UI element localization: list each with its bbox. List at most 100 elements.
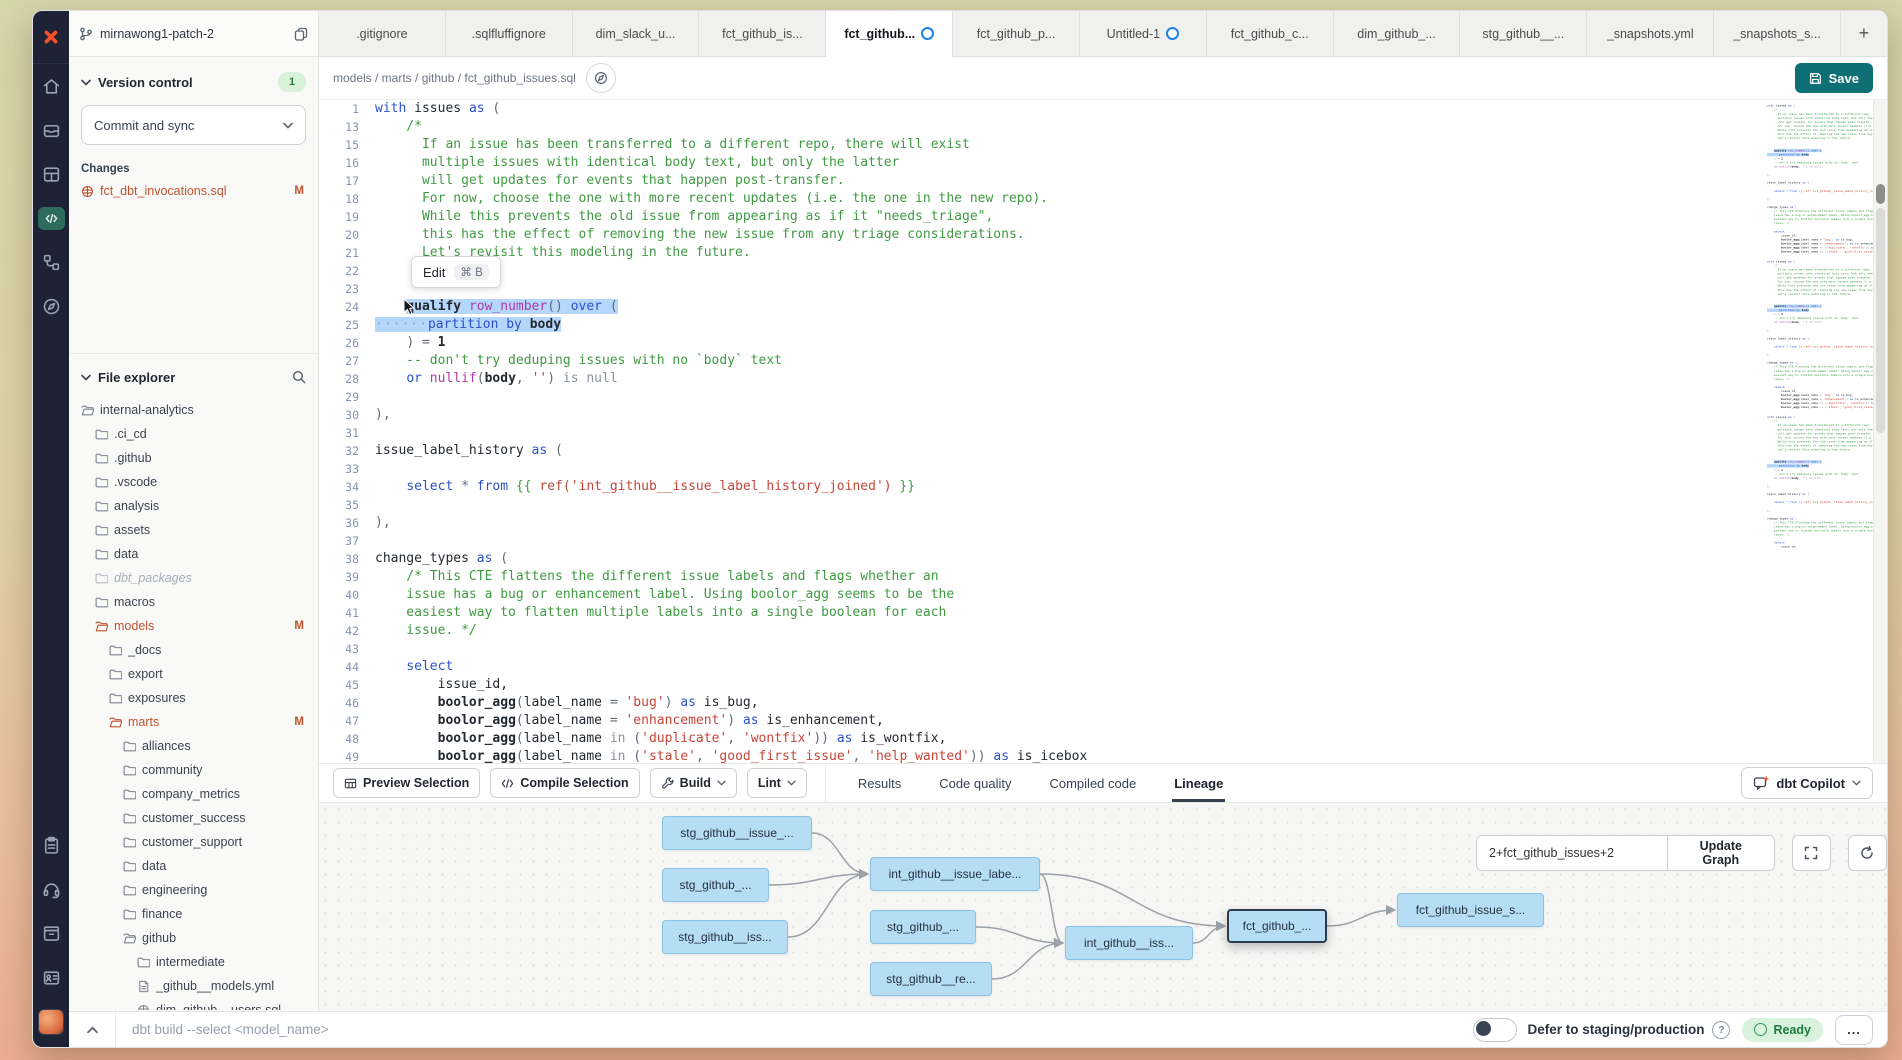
tree-item-github[interactable]: github xyxy=(81,926,306,950)
tab-fct-github-is[interactable]: fct_github_is... xyxy=(699,11,826,57)
fullscreen-icon[interactable] xyxy=(1792,835,1831,871)
tab-code-quality[interactable]: Code quality xyxy=(937,764,1013,802)
lineage-node-fct-github-issue-s[interactable]: fct_github_issue_s... xyxy=(1397,893,1544,927)
new-tab-button[interactable]: + xyxy=(1841,11,1887,57)
tree-item-github[interactable]: .github xyxy=(81,446,306,470)
lineage-node-stg-github-issue[interactable]: stg_github__issue_... xyxy=(662,816,812,850)
headset-icon[interactable] xyxy=(33,867,69,911)
tree-item-assets[interactable]: assets xyxy=(81,518,306,542)
home-icon[interactable] xyxy=(33,64,69,108)
tree-item-ci-cd[interactable]: .ci_cd xyxy=(81,422,306,446)
tab-snapshots-s[interactable]: _snapshots_s... xyxy=(1714,11,1841,57)
lineage-node-stg-github[interactable]: stg_github_... xyxy=(662,868,769,902)
line-number: 44 xyxy=(319,658,375,676)
lineage-node-int-github-iss[interactable]: int_github__iss... xyxy=(1065,926,1193,960)
tree-item-dim-github-users-sql[interactable]: dim_github__users.sql xyxy=(81,998,306,1010)
dbt-command-input[interactable] xyxy=(116,1022,1473,1037)
more-options-button[interactable]: ... xyxy=(1835,1015,1873,1045)
lineage-node-stg-github-iss[interactable]: stg_github__iss... xyxy=(662,920,788,954)
tree-item-finance[interactable]: finance xyxy=(81,902,306,926)
tree-item-macros[interactable]: macros xyxy=(81,590,306,614)
chevron-up-icon[interactable] xyxy=(69,1012,115,1047)
question-circle-icon[interactable]: ? xyxy=(1712,1021,1730,1039)
lint-button[interactable]: Lint xyxy=(747,768,807,798)
lineage-node-int-github-issue-labe[interactable]: int_github__issue_labe... xyxy=(870,857,1040,891)
tree-item-analysis[interactable]: analysis xyxy=(81,494,306,518)
update-graph-button[interactable]: Update Graph xyxy=(1667,836,1774,870)
compass-icon[interactable] xyxy=(33,284,69,328)
editor-minimap[interactable]: with issues as ( /* If an issue has been… xyxy=(1767,104,1873,548)
user-avatar[interactable] xyxy=(38,1009,64,1035)
dbt-logo[interactable] xyxy=(33,11,69,64)
tree-item-export[interactable]: export xyxy=(81,662,306,686)
tree-item-company-metrics[interactable]: company_metrics xyxy=(81,782,306,806)
chevron-down-icon[interactable] xyxy=(81,374,91,381)
refresh-icon[interactable] xyxy=(1848,835,1887,871)
grid-icon[interactable] xyxy=(33,152,69,196)
tab-label: fct_github_is... xyxy=(722,27,803,41)
chevron-down-icon[interactable] xyxy=(81,79,91,86)
tree-item-marts[interactable]: martsM xyxy=(81,710,306,734)
preview-selection-button[interactable]: Preview Selection xyxy=(333,768,480,798)
tab-dim-github[interactable]: dim_github_... xyxy=(1334,11,1461,57)
tree-item-models[interactable]: modelsM xyxy=(81,614,306,638)
tree-item-engineering[interactable]: engineering xyxy=(81,878,306,902)
tab-stg-github[interactable]: stg_github__... xyxy=(1460,11,1587,57)
tree-item-alliances[interactable]: alliances xyxy=(81,734,306,758)
tab-lineage[interactable]: Lineage xyxy=(1172,764,1225,802)
edit-tooltip[interactable]: Edit ⌘ B xyxy=(411,256,501,288)
search-icon[interactable] xyxy=(292,370,306,384)
commit-and-sync-button[interactable]: Commit and sync xyxy=(81,105,306,145)
clipboard-icon[interactable] xyxy=(33,823,69,867)
tree-item-customer-support[interactable]: customer_support xyxy=(81,830,306,854)
fork-icon[interactable] xyxy=(33,240,69,284)
tab-fct-github-p[interactable]: fct_github_p... xyxy=(953,11,1080,57)
tray-icon[interactable] xyxy=(33,108,69,152)
code-editor[interactable]: 1with issues as (13 /*15 If an issue has… xyxy=(319,100,1887,763)
tab-untitled-1[interactable]: Untitled-1 xyxy=(1080,11,1207,57)
scrollbar-thumb[interactable] xyxy=(1876,184,1885,204)
lineage-node-fct-github[interactable]: fct_github_... xyxy=(1227,909,1327,943)
code-line-35: 35 xyxy=(319,496,1757,514)
tab-compiled-code[interactable]: Compiled code xyxy=(1047,764,1138,802)
copilot-sparkle-icon xyxy=(1753,776,1769,791)
editor-scrollbar[interactable] xyxy=(1873,100,1887,763)
lineage-panel[interactable]: stg_github__issue_... stg_github_... stg_g… xyxy=(319,803,1887,1011)
tree-item-docs[interactable]: _docs xyxy=(81,638,306,662)
lineage-selector-input[interactable] xyxy=(1477,836,1667,870)
dbt-copilot-button[interactable]: dbt Copilot xyxy=(1741,767,1873,799)
tree-item-vscode[interactable]: .vscode xyxy=(81,470,306,494)
compass-icon[interactable] xyxy=(586,63,616,93)
tab-fct-github[interactable]: fct_github... xyxy=(826,11,953,57)
tree-item-data[interactable]: data xyxy=(81,854,306,878)
build-button[interactable]: Build xyxy=(650,768,737,798)
tree-item-github-models-yml[interactable]: _github__models.yml xyxy=(81,974,306,998)
folder-open-icon xyxy=(109,716,122,729)
copy-icon[interactable] xyxy=(294,27,308,41)
tab-fct-github-c[interactable]: fct_github_c... xyxy=(1207,11,1334,57)
line-number: 20 xyxy=(319,226,375,244)
lineage-node-stg-github[interactable]: stg_github_... xyxy=(870,910,976,944)
tab-dim-slack-u[interactable]: dim_slack_u... xyxy=(573,11,700,57)
tree-item-internal-analytics[interactable]: internal-analytics xyxy=(81,398,306,422)
tab-sqlfluffignore[interactable]: .sqlfluffignore xyxy=(446,11,573,57)
tree-item-intermediate[interactable]: intermediate xyxy=(81,950,306,974)
tree-item-customer-success[interactable]: customer_success xyxy=(81,806,306,830)
changed-file-row[interactable]: fct_dbt_invocations.sql M xyxy=(81,184,306,198)
tab-gitignore[interactable]: .gitignore xyxy=(319,11,446,57)
tab-results[interactable]: Results xyxy=(856,764,903,802)
save-button[interactable]: Save xyxy=(1795,63,1873,93)
compile-selection-button[interactable]: Compile Selection xyxy=(490,768,639,798)
idcard-icon[interactable] xyxy=(33,955,69,999)
archive-icon[interactable] xyxy=(33,911,69,955)
tree-item-community[interactable]: community xyxy=(81,758,306,782)
lineage-node-stg-github-re[interactable]: stg_github__re... xyxy=(870,962,992,996)
defer-toggle[interactable] xyxy=(1473,1018,1517,1042)
code-line-34: 34 select * from {{ ref('int_github__iss… xyxy=(319,478,1757,496)
tree-item-dbt-packages[interactable]: dbt_packages xyxy=(81,566,306,590)
tab-snapshots-yml[interactable]: _snapshots.yml xyxy=(1587,11,1714,57)
tree-item-exposures[interactable]: exposures xyxy=(81,686,306,710)
code-lines: 1with issues as (13 /*15 If an issue has… xyxy=(319,100,1757,763)
code-editor-icon[interactable] xyxy=(33,196,69,240)
tree-item-data[interactable]: data xyxy=(81,542,306,566)
